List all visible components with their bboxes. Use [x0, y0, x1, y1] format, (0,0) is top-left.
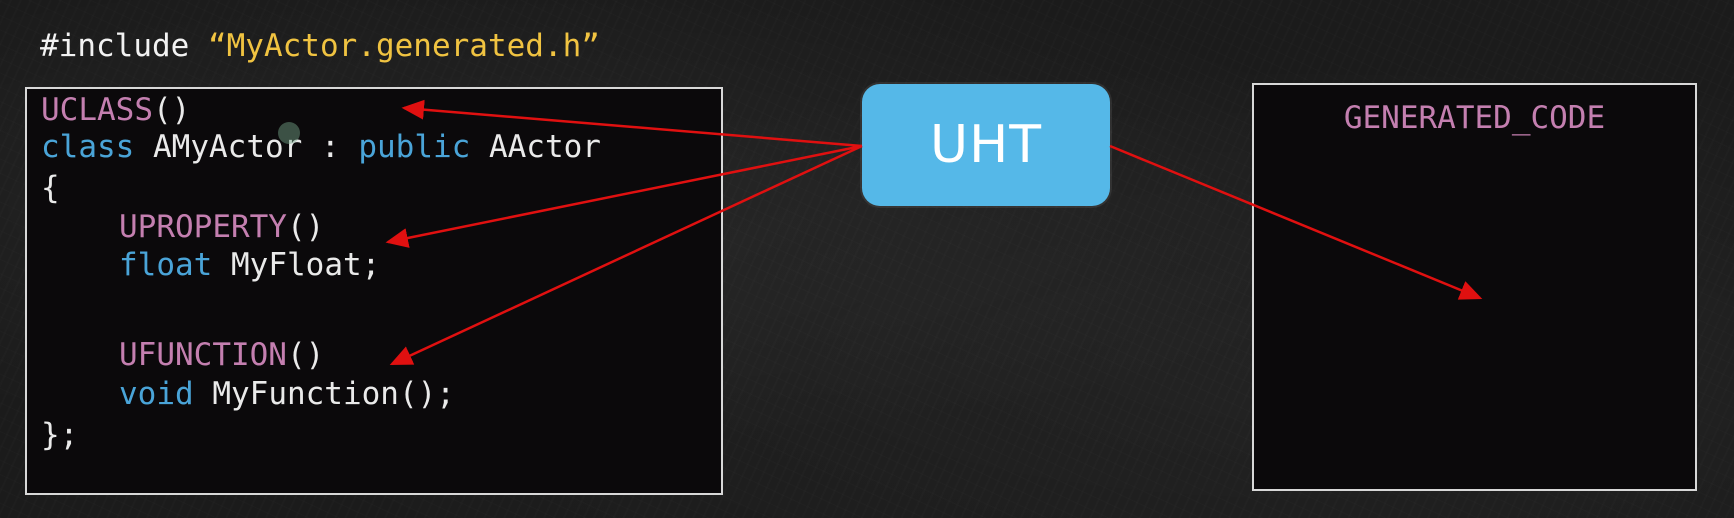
code-line-close-brace: }; — [41, 414, 78, 456]
include-filename: “MyActor.generated.h” — [207, 28, 600, 64]
include-directive: #include “MyActor.generated.h” — [40, 24, 600, 68]
mouse-cursor-highlight — [278, 122, 300, 144]
uproperty-macro: UPROPERTY — [119, 209, 287, 245]
class-keyword: class — [41, 129, 135, 165]
open-brace: { — [41, 170, 60, 206]
uht-tool-box: UHT — [862, 84, 1110, 206]
close-brace: }; — [41, 417, 79, 453]
base-class-name: AActor — [488, 129, 601, 165]
code-line-class-decl: class AMyActor : public AActor — [41, 126, 601, 168]
generated-code-panel: GENERATED_CODE — [1252, 83, 1697, 491]
code-line-ufunction: UFUNCTION() — [119, 334, 324, 376]
ufunction-parens: () — [286, 337, 325, 373]
float-keyword: float — [119, 247, 213, 283]
uproperty-parens: () — [286, 209, 325, 245]
uclass-macro: UCLASS — [41, 92, 153, 128]
inheritance-colon: : — [320, 129, 340, 165]
uht-label: UHT — [930, 115, 1042, 175]
code-line-float-decl: float MyFloat; — [119, 244, 380, 286]
code-line-void-decl: void MyFunction(); — [119, 373, 455, 415]
generated-code-label: GENERATED_CODE — [1343, 100, 1606, 136]
include-keyword: #include — [40, 28, 208, 64]
float-variable: MyFloat; — [231, 247, 381, 283]
uclass-parens: () — [152, 92, 191, 128]
code-line-uproperty: UPROPERTY() — [119, 206, 324, 248]
source-code-panel: UCLASS() class AMyActor : public AActor … — [25, 87, 723, 495]
void-keyword: void — [119, 376, 194, 412]
code-line-open-brace: { — [41, 167, 60, 209]
function-declaration: MyFunction(); — [212, 376, 455, 412]
ufunction-macro: UFUNCTION — [119, 337, 287, 373]
code-line-uclass: UCLASS() — [41, 89, 190, 131]
public-keyword: public — [358, 129, 471, 165]
